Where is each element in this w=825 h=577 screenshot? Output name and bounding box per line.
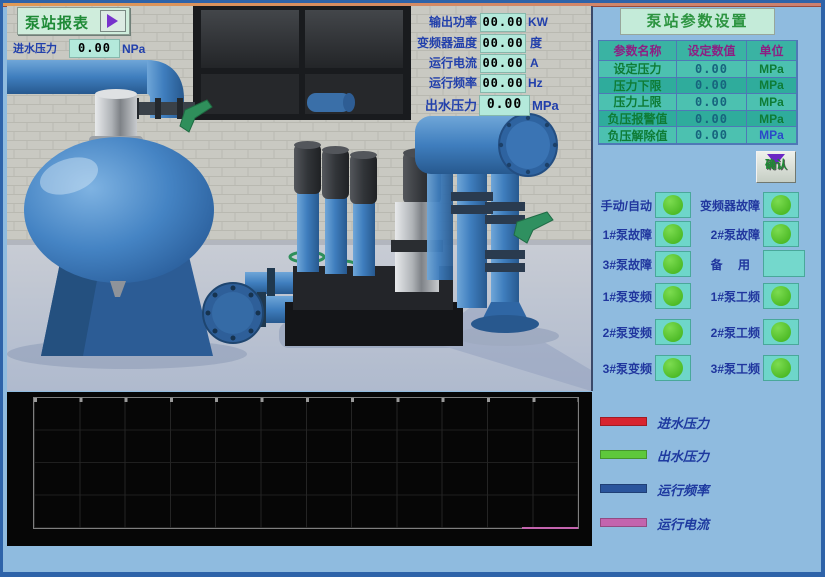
play-arrow-icon[interactable]	[100, 10, 126, 32]
inlet-pressure-value: 0.00	[69, 39, 120, 58]
status-label-pump1-vfd: 1#泵变频	[566, 288, 652, 305]
readout-value: 00.00	[480, 34, 526, 53]
setting-unit: MPa	[747, 127, 797, 144]
status-label-pump2-mains: 2#泵工频	[688, 324, 760, 341]
setting-value[interactable]: 0.00	[677, 61, 747, 78]
setting-unit: MPa	[747, 111, 797, 128]
status-lamp-pump1-fault	[655, 221, 691, 247]
lamp-icon	[663, 195, 683, 215]
setting-name: 设定压力	[599, 61, 677, 78]
setting-value[interactable]: 0.00	[677, 111, 747, 128]
readout-label: 运行电流	[377, 56, 477, 70]
status-label-pump3-mains: 3#泵工频	[688, 360, 760, 377]
setting-name: 负压解除值	[599, 127, 677, 144]
frame-right	[821, 0, 825, 577]
status-lamp-pump2-vfd	[655, 319, 691, 345]
outlet-pressure-unit: MPa	[532, 99, 559, 113]
lamp-icon	[663, 224, 683, 244]
setting-name: 压力上限	[599, 94, 677, 111]
status-lamp-pump2-mains	[763, 319, 799, 345]
report-button[interactable]: 泵站报表	[17, 7, 130, 35]
setting-value[interactable]: 0.00	[677, 78, 747, 95]
status-lamp-pump3-fault	[655, 251, 691, 277]
status-label-pump1-fault: 1#泵故障	[566, 226, 652, 243]
readout-unit: Hz	[528, 76, 543, 90]
status-lamp-vfd-fault	[763, 192, 799, 218]
setting-value[interactable]: 0.00	[677, 127, 747, 144]
trend-chart	[7, 392, 592, 546]
frame-left	[0, 0, 3, 577]
settings-col-header: 设定数值	[677, 41, 747, 61]
setting-unit: MPa	[747, 94, 797, 111]
settings-col-header: 参数名称	[599, 41, 677, 61]
legend-swatch-outlet	[600, 450, 647, 459]
readout-unit: A	[530, 56, 539, 70]
readout-unit: 度	[530, 36, 542, 50]
legend-label-outlet: 出水压力	[657, 446, 709, 465]
readout-unit: KW	[528, 15, 548, 29]
frame-bottom	[0, 572, 825, 577]
readout-label: 输出功率	[377, 15, 477, 29]
status-lamp-manual-auto	[655, 192, 691, 218]
settings-col-header: 单位	[747, 41, 797, 61]
hmi-pump-station-screen: 泵站报表 进水压力 0.00 NPa 输出功率 00.00 KW 变频器温度 0…	[0, 0, 825, 577]
status-label-pump3-vfd: 3#泵变频	[566, 360, 652, 377]
setting-value[interactable]: 0.00	[677, 94, 747, 111]
setting-unit: MPa	[747, 78, 797, 95]
legend-swatch-current	[600, 518, 647, 527]
legend-label-frequency: 运行频率	[657, 480, 709, 499]
legend-label-current: 运行电流	[657, 514, 709, 533]
setting-name: 负压报警值	[599, 111, 677, 128]
tank-chimney	[89, 89, 143, 145]
lamp-icon	[663, 358, 683, 378]
settings-table: 参数名称 设定数值 单位 设定压力 0.00 MPa 压力下限 0.00 MPa…	[598, 40, 798, 145]
confirm-button[interactable]: 确认	[756, 151, 796, 183]
readout-value: 00.00	[480, 13, 526, 32]
lamp-icon	[771, 322, 791, 342]
setting-name: 压力下限	[599, 78, 677, 95]
pressure-tank	[24, 137, 214, 356]
current-trace-line	[522, 527, 578, 529]
legend-label-inlet: 进水压力	[657, 413, 709, 432]
status-lamp-pump3-vfd	[655, 355, 691, 381]
lamp-icon	[771, 224, 791, 244]
lamp-icon	[771, 358, 791, 378]
lamp-icon	[771, 286, 791, 306]
status-lamp-pump2-fault	[763, 221, 799, 247]
lamp-icon	[663, 286, 683, 306]
legend-swatch-inlet	[600, 417, 647, 426]
confirm-button-label: 确认	[765, 156, 787, 172]
readout-label: 运行频率	[377, 76, 477, 90]
trend-plot-area	[33, 397, 579, 529]
status-lamp-pump1-mains	[763, 283, 799, 309]
settings-panel-title: 泵站参数设置	[620, 8, 775, 35]
status-label-pump3-fault: 3#泵故障	[566, 256, 652, 273]
inlet-pressure-unit: NPa	[122, 42, 145, 56]
setting-unit: MPa	[747, 61, 797, 78]
lamp-icon	[663, 322, 683, 342]
readout-label: 变频器温度	[377, 36, 477, 50]
status-box-spare	[763, 250, 805, 277]
legend-swatch-frequency	[600, 484, 647, 493]
outlet-pressure-label: 出水压力	[377, 99, 477, 113]
inlet-pressure-label: 进水压力	[13, 42, 57, 56]
status-lamp-pump1-vfd	[655, 283, 691, 309]
report-button-label: 泵站报表	[25, 12, 89, 33]
status-label-pump1-mains: 1#泵工频	[688, 288, 760, 305]
lamp-icon	[663, 254, 683, 274]
status-label-manual-auto: 手动/自动	[566, 197, 652, 214]
status-label-pump2-vfd: 2#泵变频	[566, 324, 652, 341]
status-label-vfd-fault: 变频器故障	[688, 197, 760, 214]
status-label-spare: 备 用	[688, 256, 756, 273]
outlet-pressure-value: 0.00	[479, 95, 530, 116]
readout-value: 00.00	[480, 74, 526, 93]
status-lamp-pump3-mains	[763, 355, 799, 381]
lamp-icon	[771, 195, 791, 215]
readout-value: 00.00	[480, 54, 526, 73]
status-label-pump2-fault: 2#泵故障	[688, 226, 760, 243]
